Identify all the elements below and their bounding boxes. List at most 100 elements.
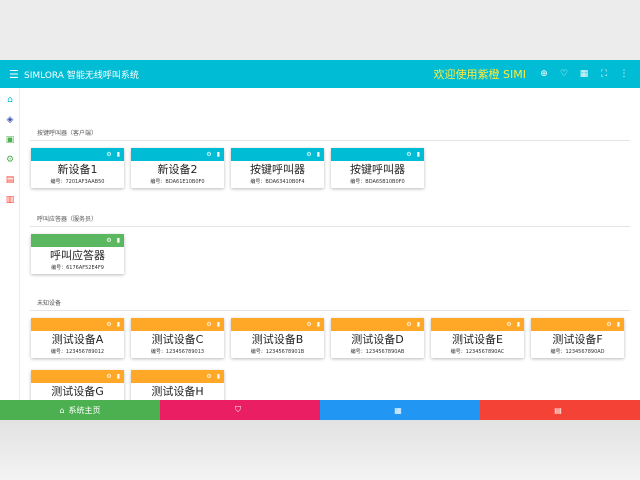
card-header: ⚙ ▮: [131, 148, 224, 161]
device-card[interactable]: ⚙ ▮ 新设备1 编号：7201AF3AAB50: [31, 148, 124, 188]
device-code: 编号：1234567890AD: [550, 349, 605, 355]
more-vertical-icon[interactable]: ⋮: [614, 69, 634, 79]
section-title: 呼叫应答器（服务员）: [37, 216, 98, 223]
toolbar-icons: ⊕ ♡ ▦ ⛶ ⋮: [534, 69, 634, 79]
gear-icon[interactable]: ⚙: [406, 321, 411, 328]
device-card[interactable]: ⚙ ▮ 测试设备D 编号：1234567890AB: [331, 318, 424, 358]
gear-icon[interactable]: ⚙: [206, 373, 211, 380]
section-title: 未知设备: [37, 300, 62, 307]
device-name: 测试设备F: [552, 333, 603, 346]
bottom-tab-list[interactable]: ▤: [480, 400, 640, 420]
section-divider: [30, 140, 630, 141]
trash-icon[interactable]: ▮: [117, 321, 120, 328]
bottom-tab-home[interactable]: ⌂ 系统主页: [0, 400, 160, 420]
device-name: 新设备1: [57, 163, 98, 176]
fullscreen-icon[interactable]: ⛶: [594, 69, 614, 79]
gear-icon[interactable]: ⚙: [506, 321, 511, 328]
alarm-icon[interactable]: ▥: [0, 190, 20, 210]
device-name: 测试设备B: [251, 333, 304, 346]
trash-icon[interactable]: ▮: [617, 321, 620, 328]
chart-icon: ▦: [394, 405, 402, 415]
trash-icon[interactable]: ▮: [217, 373, 220, 380]
gear-icon[interactable]: ⚙: [106, 373, 111, 380]
card-header: ⚙ ▮: [31, 234, 124, 247]
settings-icon[interactable]: ⚙: [0, 150, 20, 170]
section-title: 按键呼叫器（客户端）: [37, 130, 98, 137]
card-header: ⚙ ▮: [31, 370, 124, 383]
device-card[interactable]: ⚙ ▮ 测试设备B 编号：12345678901B: [231, 318, 324, 358]
heart-icon[interactable]: ♡: [554, 69, 574, 79]
bottom-nav: ⌂ 系统主页 ⛉ ▦ ▤: [0, 400, 640, 420]
gear-icon[interactable]: ⚙: [306, 151, 311, 158]
card-header: ⚙ ▮: [131, 370, 224, 383]
device-card[interactable]: ⚙ ▮ 呼叫应答器 编号：6176AF52E4F9: [31, 234, 124, 274]
trash-icon[interactable]: ▮: [117, 151, 120, 158]
home-icon[interactable]: ⌂: [0, 90, 20, 110]
trash-icon[interactable]: ▮: [517, 321, 520, 328]
trash-icon[interactable]: ▮: [117, 237, 120, 244]
home-icon: ⌂: [59, 405, 65, 415]
trash-icon[interactable]: ▮: [417, 151, 420, 158]
device-card[interactable]: ⚙ ▮ 测试设备E 编号：1234567890AC: [431, 318, 524, 358]
device-name: 测试设备H: [151, 385, 204, 398]
trash-icon[interactable]: ▮: [117, 373, 120, 380]
device-name: 按键呼叫器: [350, 163, 405, 176]
device-name: 测试设备A: [51, 333, 104, 346]
card-header: ⚙ ▮: [531, 318, 624, 331]
menu-icon[interactable]: ☰: [0, 69, 22, 80]
gear-icon[interactable]: ⚙: [406, 151, 411, 158]
card-header: ⚙ ▮: [431, 318, 524, 331]
device-card[interactable]: ⚙ ▮ 按键呼叫器 编号：BDA63410B0F4: [231, 148, 324, 188]
layers-icon[interactable]: ◈: [0, 110, 20, 130]
gear-icon[interactable]: ⚙: [106, 151, 111, 158]
device-card[interactable]: ⚙ ▮ 测试设备C 编号：123456789013: [131, 318, 224, 358]
bottom-tab-label: 系统主页: [68, 405, 101, 415]
bottom-tab-chart[interactable]: ▦: [320, 400, 480, 420]
device-icon[interactable]: ▤: [0, 170, 20, 190]
device-name: 测试设备C: [151, 333, 204, 346]
card-header: ⚙ ▮: [231, 148, 324, 161]
crosshair-icon[interactable]: ⊕: [534, 69, 554, 79]
device-code: 编号：BDA63410B0F4: [250, 179, 305, 185]
device-code: 编号：7201AF3AAB50: [50, 179, 105, 185]
device-name: 呼叫应答器: [50, 249, 105, 262]
device-name: 按键呼叫器: [250, 163, 305, 176]
card-header: ⚙ ▮: [31, 148, 124, 161]
trash-icon[interactable]: ▮: [417, 321, 420, 328]
trash-icon[interactable]: ▮: [217, 321, 220, 328]
device-name: 测试设备E: [452, 333, 503, 346]
gear-icon[interactable]: ⚙: [306, 321, 311, 328]
device-code: 编号：123456789013: [150, 349, 205, 355]
device-name: 测试设备D: [351, 333, 404, 346]
shield-icon: ⛉: [235, 405, 241, 414]
gear-icon[interactable]: ⚙: [606, 321, 611, 328]
card-header: ⚙ ▮: [331, 148, 424, 161]
bottom-tab-shield[interactable]: ⛉: [160, 400, 320, 420]
device-code: 编号：BDA61E10B0F0: [150, 179, 205, 185]
qrcode-icon[interactable]: ▦: [574, 69, 594, 79]
device-name: 新设备2: [157, 163, 198, 176]
gear-icon[interactable]: ⚙: [206, 321, 211, 328]
device-code: 编号：1234567890AC: [450, 349, 505, 355]
gear-icon[interactable]: ⚙: [106, 237, 111, 244]
trash-icon[interactable]: ▮: [317, 321, 320, 328]
device-card[interactable]: ⚙ ▮ 测试设备F 编号：1234567890AD: [531, 318, 624, 358]
welcome-text: 欢迎使用紫橙 SIMI: [433, 68, 526, 81]
device-name: 测试设备G: [51, 385, 104, 398]
trash-icon[interactable]: ▮: [317, 151, 320, 158]
list-icon: ▤: [554, 405, 562, 415]
card-header: ⚙ ▮: [131, 318, 224, 331]
device-card[interactable]: ⚙ ▮ 新设备2 编号：BDA61E10B0F0: [131, 148, 224, 188]
device-card[interactable]: ⚙ ▮ 按键呼叫器 编号：BDA65B10B0F0: [331, 148, 424, 188]
trash-icon[interactable]: ▮: [217, 151, 220, 158]
grid-icon[interactable]: ▣: [0, 130, 20, 150]
app-window: ☰ SIMLORA 智能无线呼叫系统 欢迎使用紫橙 SIMI ⊕ ♡ ▦ ⛶ ⋮ ⌂ ◈ ▣…: [0, 60, 640, 420]
card-header: ⚙ ▮: [331, 318, 424, 331]
device-card[interactable]: ⚙ ▮ 测试设备A 编号：123456789012: [31, 318, 124, 358]
section-divider: [30, 310, 630, 311]
sidebar: ⌂ ◈ ▣ ⚙ ▤ ▥: [0, 88, 20, 400]
section-divider: [30, 226, 630, 227]
gear-icon[interactable]: ⚙: [206, 151, 211, 158]
gear-icon[interactable]: ⚙: [106, 321, 111, 328]
card-header: ⚙ ▮: [231, 318, 324, 331]
